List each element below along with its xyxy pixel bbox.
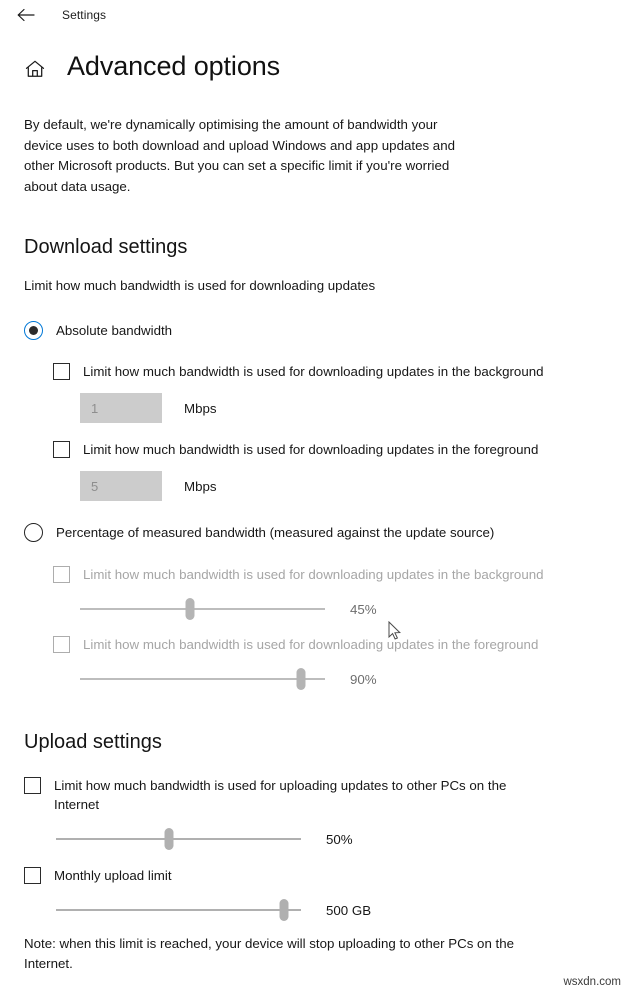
checkbox-monthly-limit-icon[interactable]	[24, 867, 41, 884]
home-glyph-icon	[25, 60, 45, 77]
checkbox-row-upload-bandwidth[interactable]: Limit how much bandwidth is used for upl…	[24, 776, 605, 814]
field-row-abs-foreground: 5 Mbps	[80, 471, 605, 501]
slider-pct-foreground[interactable]	[80, 667, 325, 691]
checkbox-row-monthly-limit[interactable]: Monthly upload limit	[24, 866, 605, 885]
slider-value-monthly-limit: 500 GB	[326, 902, 372, 918]
input-abs-foreground-mbps[interactable]: 5	[80, 471, 162, 501]
back-arrow-icon	[17, 8, 35, 22]
checkbox-monthly-limit-label: Monthly upload limit	[54, 868, 172, 883]
slider-row-pct-background: 45%	[80, 597, 605, 621]
checkbox-pct-background-label: Limit how much bandwidth is used for dow…	[83, 567, 544, 582]
slider-value-pct-foreground: 90%	[350, 671, 377, 687]
slider-value-pct-background: 45%	[350, 601, 377, 617]
radio-percentage-bandwidth-label: Percentage of measured bandwidth (measur…	[56, 525, 495, 540]
checkbox-row-abs-background[interactable]: Limit how much bandwidth is used for dow…	[53, 362, 605, 381]
download-settings-subtitle: Limit how much bandwidth is used for dow…	[24, 278, 376, 293]
checkbox-pct-foreground-label: Limit how much bandwidth is used for dow…	[83, 637, 539, 652]
checkbox-abs-foreground-label: Limit how much bandwidth is used for dow…	[83, 442, 539, 457]
radio-unselected-icon	[24, 523, 43, 542]
checkbox-row-pct-foreground[interactable]: Limit how much bandwidth is used for dow…	[53, 635, 605, 654]
slider-track	[80, 608, 325, 610]
checkbox-abs-foreground-icon[interactable]	[53, 441, 70, 458]
slider-thumb[interactable]	[279, 899, 289, 921]
radio-absolute-bandwidth-label: Absolute bandwidth	[56, 323, 173, 338]
slider-track	[56, 909, 301, 911]
checkbox-upload-bandwidth-label: Limit how much bandwidth is used for upl…	[54, 778, 507, 812]
slider-value-upload-bandwidth: 50%	[326, 831, 353, 847]
checkbox-upload-bandwidth-icon[interactable]	[24, 777, 41, 794]
radio-selected-icon	[24, 321, 43, 340]
checkbox-row-abs-foreground[interactable]: Limit how much bandwidth is used for dow…	[53, 440, 605, 459]
slider-track	[80, 678, 325, 680]
back-button[interactable]	[12, 3, 40, 27]
slider-upload-bandwidth[interactable]	[56, 827, 301, 851]
home-icon[interactable]	[22, 56, 48, 82]
slider-row-monthly-limit: 500 GB	[56, 898, 605, 922]
page-title: Advanced options	[67, 50, 281, 81]
field-row-abs-background: 1 Mbps	[80, 393, 605, 423]
radio-absolute-bandwidth[interactable]: Absolute bandwidth	[24, 321, 605, 340]
checkbox-abs-background-icon[interactable]	[53, 363, 70, 380]
slider-row-pct-foreground: 90%	[80, 667, 605, 691]
upload-limit-note: Note: when this limit is reached, your d…	[24, 936, 515, 971]
input-abs-background-mbps[interactable]: 1	[80, 393, 162, 423]
slider-track	[56, 838, 301, 840]
watermark: wsxdn.com	[563, 976, 621, 988]
titlebar: Settings	[0, 0, 629, 30]
page-header: Advanced options	[0, 50, 629, 82]
slider-thumb[interactable]	[296, 668, 305, 690]
titlebar-title: Settings	[62, 8, 107, 22]
slider-row-upload-bandwidth: 50%	[56, 827, 605, 851]
checkbox-row-pct-background[interactable]: Limit how much bandwidth is used for dow…	[53, 565, 605, 584]
unit-abs-foreground: Mbps	[184, 478, 217, 494]
slider-pct-background[interactable]	[80, 597, 325, 621]
checkbox-abs-background-label: Limit how much bandwidth is used for dow…	[83, 364, 544, 379]
download-settings-heading: Download settings	[24, 236, 188, 258]
slider-monthly-limit[interactable]	[56, 898, 301, 922]
checkbox-pct-background-icon[interactable]	[53, 566, 70, 583]
intro-paragraph: By default, we're dynamically optimising…	[24, 117, 455, 194]
slider-thumb[interactable]	[185, 598, 195, 620]
checkbox-pct-foreground-icon[interactable]	[53, 636, 70, 653]
radio-percentage-bandwidth[interactable]: Percentage of measured bandwidth (measur…	[24, 523, 605, 542]
upload-settings-heading: Upload settings	[24, 731, 162, 753]
content-area: By default, we're dynamically optimising…	[0, 115, 629, 973]
slider-thumb[interactable]	[164, 828, 174, 850]
unit-abs-background: Mbps	[184, 400, 217, 416]
